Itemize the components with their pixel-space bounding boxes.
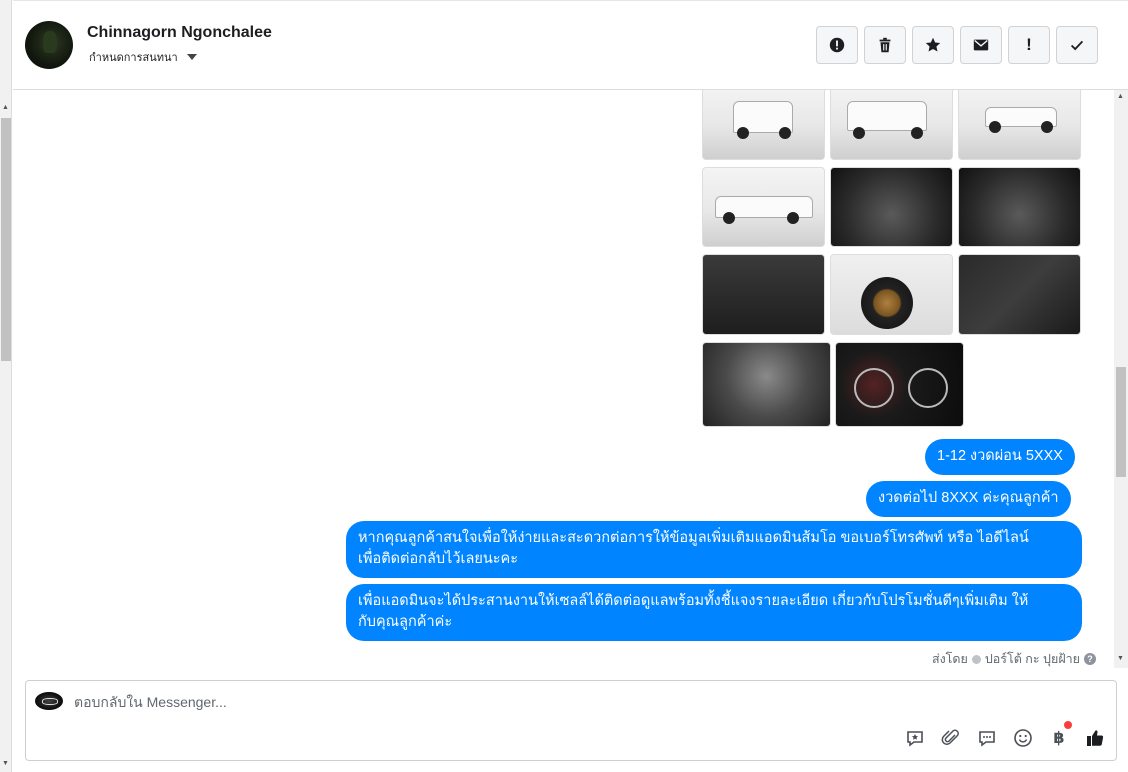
car-photo-side[interactable] bbox=[702, 167, 825, 247]
priority-button[interactable]: ! bbox=[1008, 26, 1050, 64]
priority-icon: ! bbox=[1026, 35, 1032, 54]
message-text-line: กับคุณลูกค้าค่ะ bbox=[358, 614, 453, 630]
car-photo-side-rear[interactable] bbox=[958, 90, 1081, 160]
conversation-settings-label: กำหนดการสนทนา bbox=[89, 52, 178, 64]
scroll-down-arrow-icon[interactable]: ▼ bbox=[2, 760, 9, 767]
sent-by-prefix: ส่งโดย bbox=[931, 652, 968, 666]
saved-reply-icon bbox=[979, 731, 995, 747]
message-text: งวดต่อไป 8XXX ค่ะคุณลูกค้า bbox=[878, 490, 1059, 506]
report-button[interactable] bbox=[816, 26, 858, 64]
sticker-icon bbox=[907, 731, 923, 747]
reply-input[interactable] bbox=[74, 694, 894, 710]
emoji-button[interactable] bbox=[1012, 727, 1034, 749]
envelope-icon bbox=[973, 39, 989, 51]
scroll-up-arrow-icon[interactable]: ▲ bbox=[1117, 93, 1124, 100]
sticker-button[interactable] bbox=[904, 727, 926, 749]
message-text-line: เพื่อแอดมินจะได้ประสานงานให้เซลล์ได้ติดต… bbox=[358, 593, 1029, 609]
car-photo-rear-angle[interactable] bbox=[830, 90, 953, 160]
car-photo-cabin[interactable] bbox=[830, 167, 953, 247]
messenger-inbox-page: ▲ ▼ Chinnagorn Ngonchalee กำหนดการสนทนา bbox=[0, 0, 1128, 772]
scroll-down-arrow-icon[interactable]: ▼ bbox=[1117, 655, 1124, 662]
message-bubble[interactable]: หากคุณลูกค้าสนใจเพื่อให้ง่ายและสะดวกต่อก… bbox=[346, 521, 1082, 578]
message-thread[interactable]: 1-12 งวดผ่อน 5XXX งวดต่อไป 8XXX ค่ะคุณลู… bbox=[13, 90, 1128, 668]
scroll-up-arrow-icon[interactable]: ▲ bbox=[2, 104, 9, 111]
car-photo-rear[interactable] bbox=[702, 90, 825, 160]
contact-name[interactable]: Chinnagorn Ngonchalee bbox=[87, 24, 272, 42]
like-button[interactable] bbox=[1084, 727, 1106, 749]
paperclip-icon bbox=[941, 729, 959, 745]
star-button[interactable] bbox=[912, 26, 954, 64]
trash-icon bbox=[879, 37, 891, 53]
car-photo-door-panel[interactable] bbox=[958, 254, 1081, 335]
message-bubble[interactable]: 1-12 งวดผ่อน 5XXX bbox=[925, 439, 1075, 475]
mark-unread-button[interactable] bbox=[960, 26, 1002, 64]
chevron-down-icon bbox=[186, 54, 197, 60]
page-avatar bbox=[35, 692, 63, 710]
page-scrollbar[interactable]: ▲ ▼ bbox=[0, 0, 12, 772]
thread-scrollbar-thumb[interactable] bbox=[1116, 367, 1126, 477]
saved-reply-button[interactable] bbox=[976, 727, 998, 749]
delete-button[interactable] bbox=[864, 26, 906, 64]
star-icon bbox=[925, 37, 941, 52]
reply-composer: ฿ bbox=[25, 680, 1117, 761]
conversation-header: Chinnagorn Ngonchalee กำหนดการสนทนา ! bbox=[13, 0, 1128, 90]
sent-by-name[interactable]: ปอร์โต้ กะ ปุยฝ้าย bbox=[985, 649, 1080, 668]
car-photo-dashboard[interactable] bbox=[958, 167, 1081, 247]
contact-avatar[interactable] bbox=[25, 21, 73, 69]
payment-button[interactable]: ฿ bbox=[1048, 721, 1072, 749]
thumbs-up-icon bbox=[1087, 730, 1104, 746]
message-bubble[interactable]: เพื่อแอดมินจะได้ประสานงานให้เซลล์ได้ติดต… bbox=[346, 584, 1082, 641]
car-photo-wheel[interactable] bbox=[830, 254, 953, 335]
thread-scrollbar[interactable]: ▲ ▼ bbox=[1114, 90, 1128, 668]
baht-icon: ฿ bbox=[1053, 730, 1065, 747]
emoji-icon bbox=[1014, 729, 1032, 747]
car-photo-gauges[interactable] bbox=[835, 342, 964, 427]
conversation-toolbar: ! bbox=[816, 26, 1098, 64]
attach-button[interactable] bbox=[940, 727, 962, 749]
message-bubble[interactable]: งวดต่อไป 8XXX ค่ะคุณลูกค้า bbox=[866, 481, 1071, 517]
help-icon[interactable]: ? bbox=[1084, 653, 1096, 665]
conversation-settings-dropdown[interactable]: กำหนดการสนทนา bbox=[89, 48, 197, 66]
message-text: 1-12 งวดผ่อน 5XXX bbox=[937, 448, 1063, 464]
mark-done-button[interactable] bbox=[1056, 26, 1098, 64]
message-text-line: เพื่อติดต่อกลับไว้เลยนะคะ bbox=[358, 551, 519, 567]
sender-avatar-icon bbox=[971, 654, 981, 664]
car-photo-engine[interactable] bbox=[702, 342, 831, 427]
notification-badge bbox=[1064, 721, 1072, 729]
message-text-line: หากคุณลูกค้าสนใจเพื่อให้ง่ายและสะดวกต่อก… bbox=[358, 530, 1029, 546]
report-icon bbox=[829, 37, 845, 53]
composer-toolbar: ฿ bbox=[904, 721, 1106, 749]
sent-by-info: ส่งโดย ปอร์โต้ กะ ปุยฝ้าย ? bbox=[932, 649, 1096, 668]
car-photo-rear-seats[interactable] bbox=[702, 254, 825, 335]
page-scrollbar-thumb[interactable] bbox=[1, 118, 11, 361]
check-icon bbox=[1070, 40, 1084, 51]
